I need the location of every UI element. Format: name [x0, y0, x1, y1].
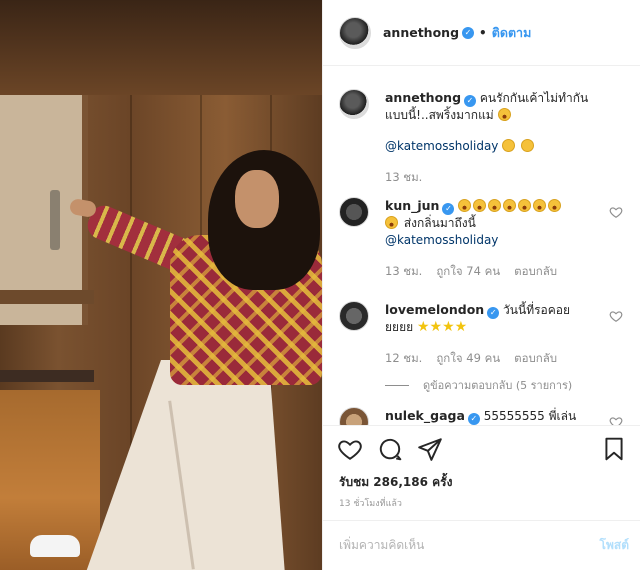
comment-likes[interactable]: ถูกใจ 74 คน: [436, 263, 500, 280]
comments-list[interactable]: annethong ✓ คนรักกันเค้าไม่ทำกันแบบนี้!..…: [323, 67, 640, 425]
post-video[interactable]: [0, 0, 322, 570]
rofl-emoji-icon: [385, 216, 398, 229]
star-emoji-icon: ★: [429, 319, 443, 335]
view-count[interactable]: รับชม 286,186 ครั้ง: [339, 473, 452, 492]
bookmark-icon[interactable]: [601, 436, 627, 462]
worried-emoji-icon: [521, 139, 535, 152]
rofl-emoji-icon: [473, 199, 487, 212]
reply-button[interactable]: ตอบกลับ: [514, 350, 557, 367]
caption-time[interactable]: 13 ชม.: [385, 169, 422, 186]
laughing-emoji-icon: [497, 108, 511, 121]
view-replies-label: ดูข้อความตอบกลับ (5 รายการ): [423, 379, 573, 392]
verified-badge-icon: ✓: [467, 413, 480, 425]
rofl-emoji-icon: [518, 199, 532, 212]
comment-icon[interactable]: [377, 436, 403, 462]
star-emoji-icon: ★: [454, 319, 468, 335]
author-username[interactable]: annethong: [383, 25, 459, 40]
rofl-emoji-icon: [488, 199, 502, 212]
comment-heart-icon[interactable]: [609, 415, 623, 425]
view-replies-button[interactable]: ดูข้อความตอบกลับ (5 รายการ): [385, 377, 595, 394]
star-emoji-icon: ★: [442, 319, 455, 335]
comment-input[interactable]: เพิ่มความคิดเห็น: [339, 536, 424, 555]
commenter-username[interactable]: kun_jun: [385, 198, 439, 213]
comment-heart-icon[interactable]: [609, 205, 623, 219]
verified-badge-icon: ✓: [464, 95, 477, 107]
comment-item: nulek_gaga ✓ 55555555 พี่เล่น: [339, 407, 633, 425]
rofl-emoji-icon: [533, 199, 547, 212]
door-handle: [50, 190, 60, 250]
post-time[interactable]: 13 ชั่วโมงที่แล้ว: [339, 496, 402, 510]
caption-mention[interactable]: @katemossholiday: [385, 139, 498, 153]
shelf-lower: [0, 370, 94, 382]
shoe: [30, 535, 80, 557]
grimace-emoji-icon: [502, 139, 516, 152]
shelf: [0, 290, 94, 304]
add-comment-bar: เพิ่มความคิดเห็น โพสต์: [323, 520, 640, 570]
post-comment-button[interactable]: โพสต์: [600, 536, 629, 555]
commenter-username[interactable]: lovemelondon: [385, 302, 484, 317]
commenter-avatar[interactable]: [339, 197, 369, 227]
rofl-emoji-icon: [548, 199, 562, 212]
follow-button[interactable]: ติดตาม: [492, 23, 532, 43]
verified-badge-icon: ✓: [462, 26, 475, 39]
post-header: annethong ✓ • ติดตาม: [323, 0, 640, 66]
rofl-emoji-icon: [458, 199, 472, 212]
caption-avatar[interactable]: [339, 89, 369, 119]
star-emoji-icon: ★: [416, 319, 430, 335]
post-side-panel: annethong ✓ • ติดตาม annethong ✓ คนรักกัน…: [322, 0, 640, 570]
heart-icon[interactable]: [337, 436, 363, 462]
comment-time[interactable]: 13 ชม.: [385, 263, 422, 280]
caption-username[interactable]: annethong: [385, 90, 461, 105]
face: [235, 170, 279, 228]
author-avatar[interactable]: [339, 16, 371, 49]
wide-pants: [85, 360, 285, 570]
comment-heart-icon[interactable]: [609, 309, 623, 323]
commenter-username[interactable]: nulek_gaga: [385, 408, 465, 423]
verified-badge-icon: ✓: [442, 203, 455, 215]
commenter-avatar[interactable]: [339, 407, 369, 425]
share-icon[interactable]: [417, 436, 443, 462]
reply-button[interactable]: ตอบกลับ: [514, 263, 557, 280]
separator-dot: •: [479, 25, 487, 40]
comment-likes[interactable]: ถูกใจ 49 คน: [436, 350, 500, 367]
replies-line: [385, 385, 409, 386]
ceiling: [0, 0, 322, 95]
comment-text: 55555555 พี่เล่น: [483, 409, 577, 423]
comment-mention[interactable]: @katemossholiday: [385, 233, 498, 247]
comment-item: lovemelondon ✓ วันนี้ที่รอคอย ยยยย ★★★★ 1…: [339, 301, 633, 394]
verified-badge-icon: ✓: [487, 307, 500, 319]
caption: annethong ✓ คนรักกันเค้าไม่ทำกันแบบนี้!..…: [339, 89, 633, 186]
commenter-avatar[interactable]: [339, 301, 369, 331]
comment-text: ส่งกลิ่นมาถึงนี้: [403, 216, 476, 230]
comment-item: kun_jun ✓ ส่งกลิ่นมาถึงนี้ @katemossholid…: [339, 197, 633, 280]
comment-time[interactable]: 12 ชม.: [385, 350, 422, 367]
rofl-emoji-icon: [503, 199, 517, 212]
